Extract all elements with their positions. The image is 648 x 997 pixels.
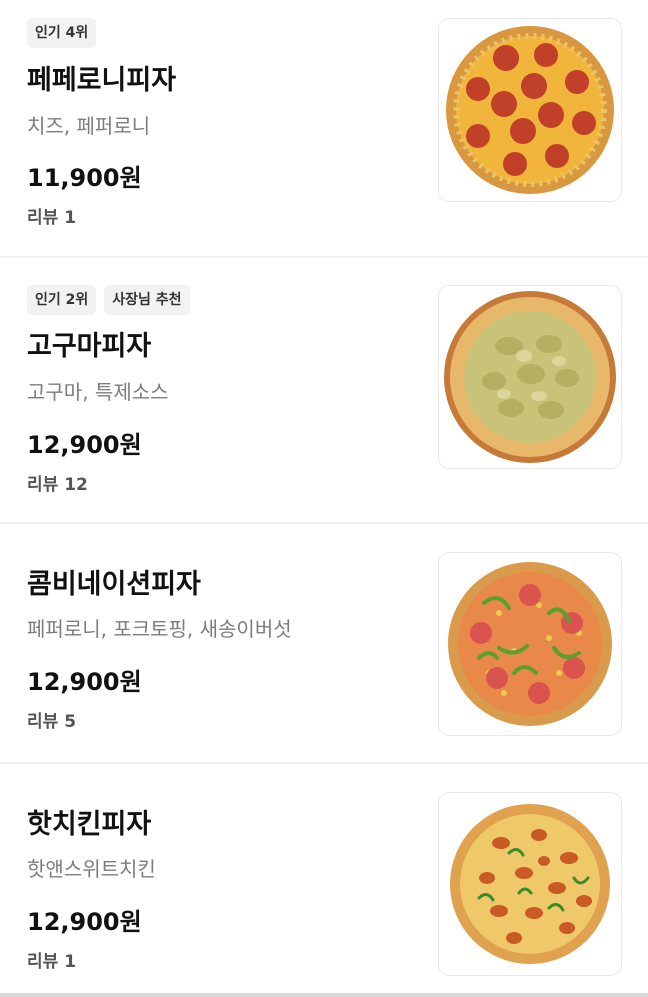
menu-item-hot-chicken[interactable]: 핫치킨피자 핫앤스위트치킨 12,900원 리뷰 1 xyxy=(0,764,648,993)
menu-item-pepperoni[interactable]: 인기 4위 페페로니피자 치즈, 페퍼로니 11,900원 리뷰 1 xyxy=(0,0,648,256)
popularity-badge: 인기 4위 xyxy=(27,18,97,48)
menu-item-reviews: 리뷰 1 xyxy=(27,952,77,972)
menu-item-name: 핫치킨피자 xyxy=(27,809,152,840)
pizza-image xyxy=(444,291,616,463)
menu-item-description: 페퍼로니, 포크토핑, 새송이버섯 xyxy=(27,617,292,641)
menu-item-price: 12,900원 xyxy=(27,908,142,936)
menu-item-price: 12,900원 xyxy=(27,668,142,696)
menu-item-reviews: 리뷰 1 xyxy=(27,208,77,228)
combination-pizza-image[interactable] xyxy=(438,552,622,736)
hot-chicken-pizza-image[interactable] xyxy=(438,792,622,976)
badge-group: 인기 4위 xyxy=(27,18,97,48)
menu-item-description: 고구마, 특제소스 xyxy=(27,380,169,404)
badge-group: 인기 2위 사장님 추천 xyxy=(27,285,190,315)
menu-item-name: 고구마피자 xyxy=(27,331,152,362)
menu-item-reviews: 리뷰 12 xyxy=(27,475,88,495)
pizza-image xyxy=(446,26,614,194)
menu-item-sweet-potato[interactable]: 인기 2위 사장님 추천 고구마피자 고구마, 특제소스 12,900원 리뷰 … xyxy=(0,258,648,522)
list-bottom-border xyxy=(0,993,648,997)
menu-item-description: 치즈, 페퍼로니 xyxy=(27,114,151,138)
pizza-image xyxy=(450,804,610,964)
menu-item-reviews: 리뷰 5 xyxy=(27,712,77,732)
menu-item-price: 11,900원 xyxy=(27,164,142,192)
pizza-image xyxy=(448,562,612,726)
menu-item-name: 콤비네이션피자 xyxy=(27,569,201,600)
sweet-potato-pizza-image[interactable] xyxy=(438,285,622,469)
menu-item-name: 페페로니피자 xyxy=(27,65,177,96)
menu-item-description: 핫앤스위트치킨 xyxy=(27,857,156,881)
menu-item-combination[interactable]: 콤비네이션피자 페퍼로니, 포크토핑, 새송이버섯 12,900원 리뷰 5 xyxy=(0,524,648,762)
owner-recommend-badge: 사장님 추천 xyxy=(104,285,190,315)
pepperoni-pizza-image[interactable] xyxy=(438,18,622,202)
popularity-badge: 인기 2위 xyxy=(27,285,97,315)
menu-item-price: 12,900원 xyxy=(27,431,142,459)
